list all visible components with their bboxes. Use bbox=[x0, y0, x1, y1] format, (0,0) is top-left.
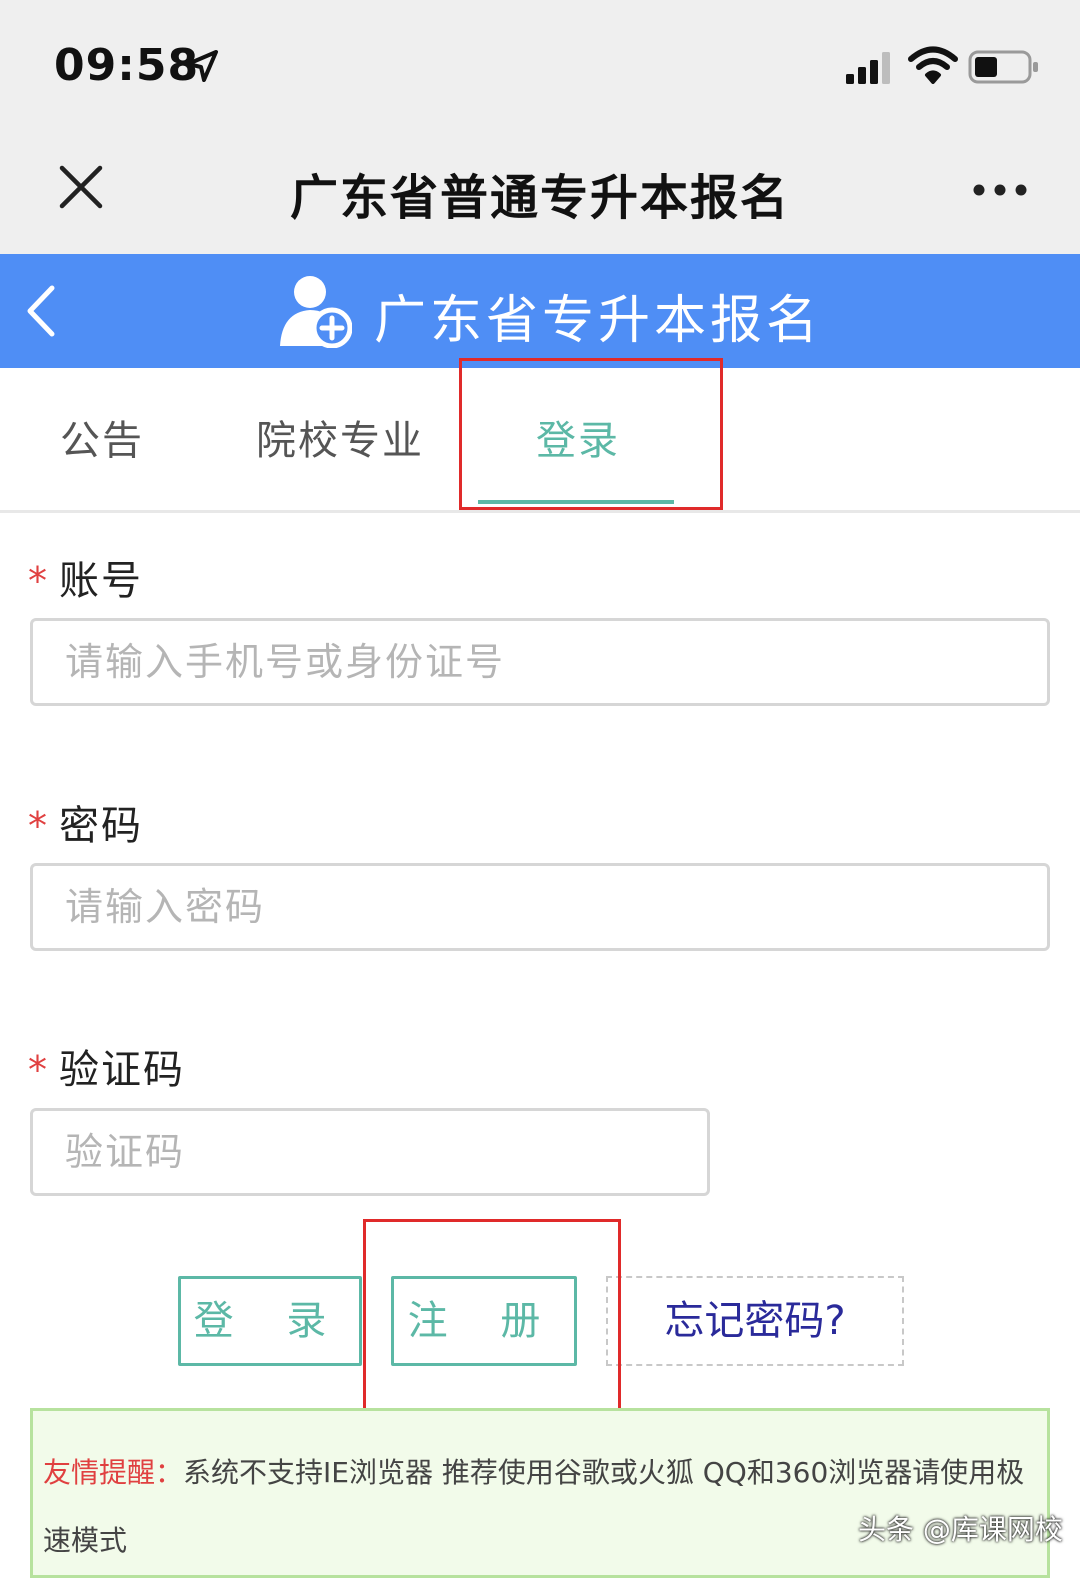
chevron-left-icon[interactable] bbox=[22, 284, 62, 338]
forgot-password-link[interactable]: 忘记密码? bbox=[606, 1276, 904, 1366]
required-mark: * bbox=[28, 1048, 49, 1092]
user-add-icon bbox=[280, 276, 352, 348]
location-arrow-icon bbox=[186, 50, 218, 82]
password-label: * 密码 bbox=[28, 793, 143, 851]
tab-announcements[interactable]: 公告 bbox=[60, 408, 144, 466]
notice-label: 友情提醒： bbox=[43, 1456, 184, 1489]
battery-icon bbox=[968, 50, 1038, 84]
tab-schools-majors[interactable]: 院校专业 bbox=[256, 408, 424, 466]
account-label-text: 账号 bbox=[59, 558, 143, 604]
account-input[interactable] bbox=[30, 618, 1050, 706]
captcha-label: * 验证码 bbox=[28, 1037, 185, 1095]
more-dots-icon[interactable] bbox=[970, 180, 1030, 200]
required-mark: * bbox=[28, 804, 49, 848]
captcha-input[interactable] bbox=[30, 1108, 710, 1196]
required-mark: * bbox=[28, 559, 49, 603]
highlight-box-register bbox=[363, 1219, 621, 1419]
site-title: 广东省专升本报名 bbox=[374, 291, 823, 351]
highlight-box-login-tab bbox=[459, 358, 723, 510]
status-time: 09:58 bbox=[54, 40, 200, 91]
password-input[interactable] bbox=[30, 863, 1050, 951]
wifi-icon bbox=[908, 46, 958, 84]
cellular-signal-icon bbox=[846, 52, 890, 84]
notice-box: 友情提醒：系统不支持IE浏览器 推荐使用谷歌或火狐 QQ和360浏览器请使用极速… bbox=[30, 1408, 1050, 1578]
account-label: * 账号 bbox=[28, 548, 143, 606]
login-button[interactable]: 登 录 bbox=[178, 1276, 362, 1366]
watermark: 头条 @库课网校 bbox=[858, 1513, 1063, 1546]
wechat-page-title: 广东省普通专升本报名 bbox=[289, 170, 790, 226]
captcha-label-text: 验证码 bbox=[59, 1047, 185, 1093]
password-label-text: 密码 bbox=[59, 803, 143, 849]
